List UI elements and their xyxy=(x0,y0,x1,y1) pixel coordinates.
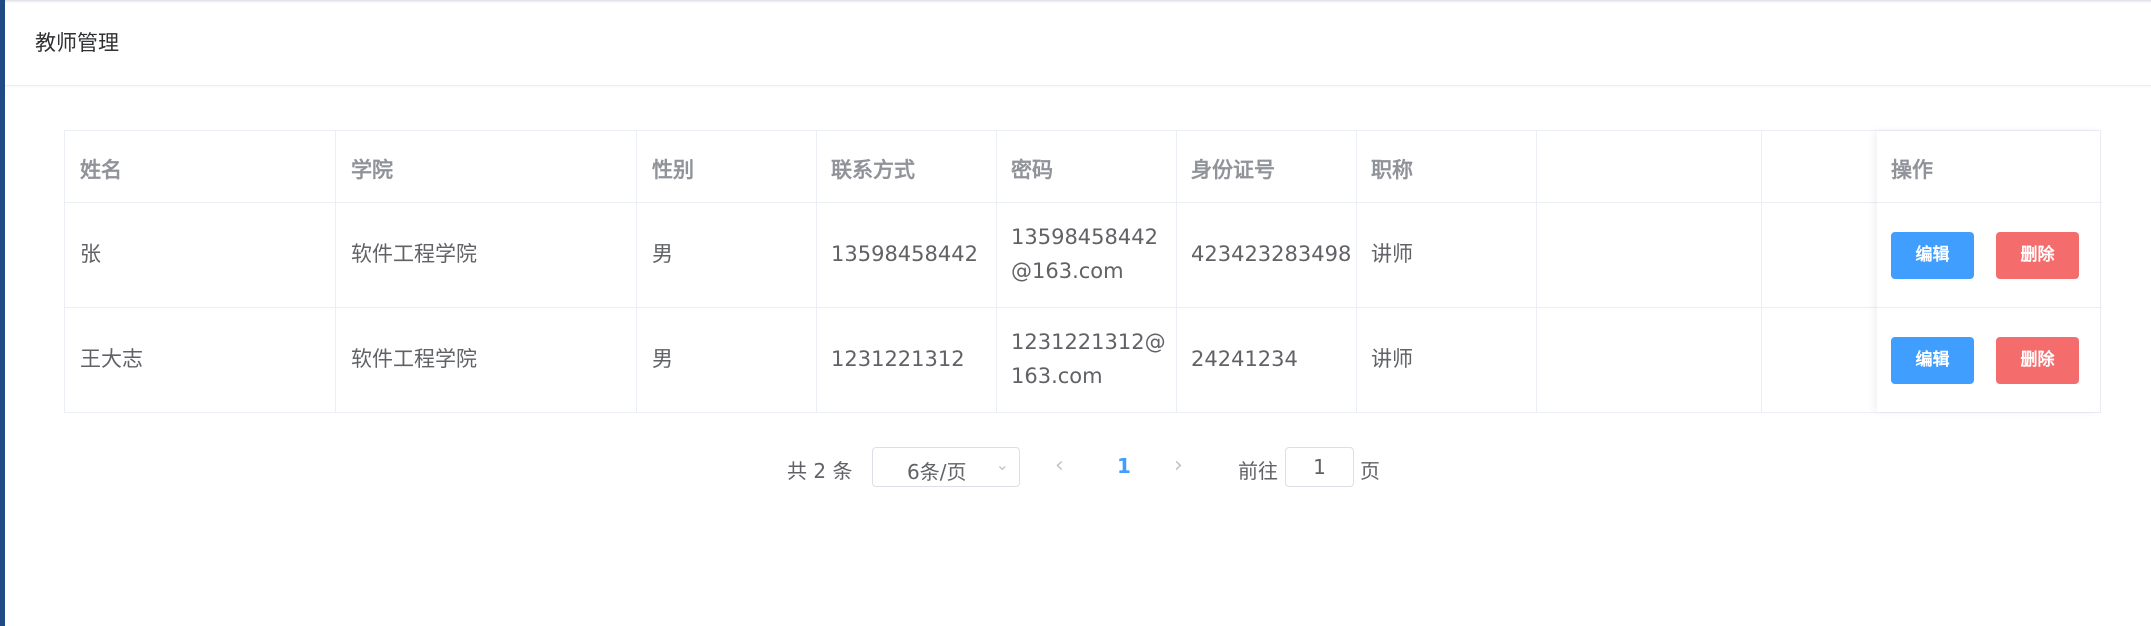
page-header: 教师管理 xyxy=(5,0,2151,86)
header-college: 学院 xyxy=(351,158,393,182)
actions-column: 操作 编辑 删除 编辑 删除 xyxy=(1877,131,2100,412)
column-divider xyxy=(335,131,336,412)
delete-button[interactable]: 删除 xyxy=(1996,232,2079,279)
cell-password-line1: 1231221312@ xyxy=(1011,330,1166,354)
header-gender: 性别 xyxy=(652,158,694,182)
page-size-value: 6条/页 xyxy=(907,460,967,484)
column-divider xyxy=(1356,131,1357,412)
page-number-current[interactable]: 1 xyxy=(1117,454,1131,478)
pagination: 共 2 条 6条/页 ⌄ ‹ 1 › 前往 页 xyxy=(0,447,2151,491)
edit-button[interactable]: 编辑 xyxy=(1891,337,1974,384)
header-phone: 联系方式 xyxy=(831,158,915,182)
pagination-total: 共 2 条 xyxy=(787,459,853,483)
goto-label: 前往 xyxy=(1238,459,1278,483)
cell-id-number: 24241234 xyxy=(1191,347,1298,371)
cell-password-line1: 13598458442 xyxy=(1011,225,1158,249)
header-password: 密码 xyxy=(1011,158,1053,182)
header-name: 姓名 xyxy=(80,158,122,182)
cell-password-line2: 163.com xyxy=(1011,364,1103,388)
edit-button[interactable]: 编辑 xyxy=(1891,232,1974,279)
cell-college: 软件工程学院 xyxy=(351,242,477,266)
header-actions: 操作 xyxy=(1891,158,1933,182)
column-divider xyxy=(636,131,637,412)
column-divider xyxy=(1761,131,1762,412)
cell-gender: 男 xyxy=(652,347,673,371)
page-size-select[interactable]: 6条/页 ⌄ xyxy=(872,447,1020,487)
cell-phone: 1231221312 xyxy=(831,347,965,371)
cell-phone: 13598458442 xyxy=(831,242,978,266)
row-divider xyxy=(1877,202,2100,203)
teacher-table: 姓名 学院 性别 联系方式 密码 身份证号 职称 张 软件工程学院 男 1359… xyxy=(64,130,2102,413)
column-divider xyxy=(1536,131,1537,412)
column-divider xyxy=(1176,131,1177,412)
page-title: 教师管理 xyxy=(35,31,119,55)
row-divider xyxy=(1877,307,2100,308)
cell-id-number: 423423283498 xyxy=(1191,242,1352,266)
row-divider xyxy=(65,202,2102,203)
cell-college: 软件工程学院 xyxy=(351,347,477,371)
sidebar-edge xyxy=(0,0,5,626)
chevron-right-icon[interactable]: › xyxy=(1174,453,1183,478)
goto-suffix: 页 xyxy=(1360,459,1380,483)
cell-job-title: 讲师 xyxy=(1371,242,1413,266)
column-divider xyxy=(996,131,997,412)
cell-password-line2: @163.com xyxy=(1011,259,1124,283)
header-job-title: 职称 xyxy=(1371,158,1413,182)
chevron-down-icon: ⌄ xyxy=(995,455,1009,474)
delete-button[interactable]: 删除 xyxy=(1996,337,2079,384)
cell-name: 张 xyxy=(80,242,101,266)
goto-page-input[interactable] xyxy=(1285,447,1354,487)
cell-job-title: 讲师 xyxy=(1371,347,1413,371)
column-divider xyxy=(816,131,817,412)
row-divider xyxy=(65,307,2102,308)
cell-name: 王大志 xyxy=(80,347,143,371)
cell-gender: 男 xyxy=(652,242,673,266)
header-id-number: 身份证号 xyxy=(1191,158,1275,182)
chevron-left-icon[interactable]: ‹ xyxy=(1055,453,1064,478)
